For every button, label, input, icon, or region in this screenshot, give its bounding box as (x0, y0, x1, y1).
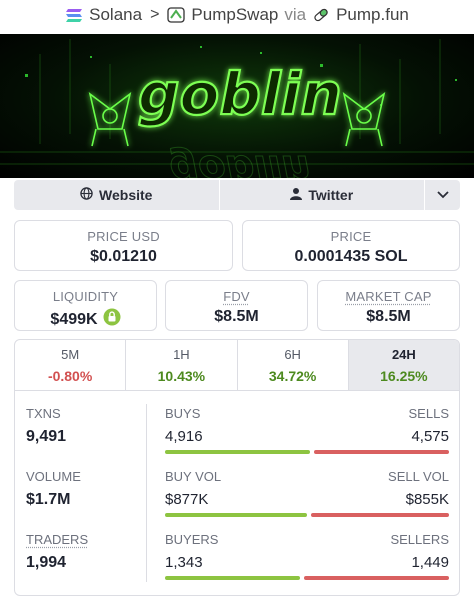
price-native-box: PRICE 0.0001435 SOL (242, 220, 460, 271)
sellers-bar (303, 576, 449, 580)
breadcrumb-chain[interactable]: Solana (89, 5, 142, 25)
buy-sell-volume-row: BUY VOL SELL VOL $877K $855K (165, 469, 449, 517)
globe-icon (80, 187, 93, 203)
buy-vol-value: $877K (165, 491, 209, 508)
timeframe-tabs: 5M -0.80% 1H 10.43% 6H 34.72% 24H 16.25% (14, 339, 460, 391)
buy-sell-volume-ratio-bar (165, 513, 449, 517)
banner-title-reflection: goblin (170, 146, 311, 178)
fdv-label[interactable]: FDV (166, 289, 307, 304)
sell-vol-value: $855K (405, 491, 449, 508)
breadcrumb-dex[interactable]: PumpSwap (191, 5, 278, 25)
buy-vol-bar (165, 513, 307, 517)
volume-value: $1.7M (26, 491, 71, 508)
tab-1h[interactable]: 1H 10.43% (126, 340, 238, 390)
chevron-right-icon: > (150, 6, 160, 23)
buy-vol-label: BUY VOL (165, 469, 222, 484)
buyers-label: BUYERS (165, 532, 219, 547)
website-label: Website (99, 187, 153, 203)
tab-change: 34.72% (268, 368, 317, 384)
tab-24h[interactable]: 24H 16.25% (348, 340, 459, 390)
buys-value: 4,916 (165, 428, 203, 445)
tab-label: 1H (173, 347, 190, 362)
buys-sells-row: BUYS SELLS 4,916 4,575 (165, 406, 449, 454)
divider (146, 404, 147, 582)
more-links-dropdown[interactable] (424, 180, 460, 210)
volume-label: VOLUME (26, 469, 81, 484)
goblin-figure-right (342, 92, 386, 147)
breadcrumb-launchpad[interactable]: Pump.fun (336, 5, 409, 25)
banner-title: goblin (138, 60, 342, 128)
buyers-sellers-row: BUYERS SELLERS 1,343 1,449 (165, 532, 449, 580)
social-links-bar: Website Twitter (14, 180, 460, 210)
price-usd-label: PRICE USD (87, 229, 160, 244)
sell-vol-label: SELL VOL (388, 469, 449, 484)
tab-change: -0.80% (47, 368, 93, 384)
twitter-label: Twitter (308, 187, 354, 203)
fdv-box: FDV $8.5M (165, 280, 308, 331)
chevron-down-icon (436, 186, 449, 204)
price-native-label: PRICE (330, 229, 372, 244)
breadcrumb: Solana > PumpSwap via Pump.fun (0, 0, 474, 30)
traders-stat: TRADERS 1,994 (26, 532, 88, 572)
lock-icon[interactable] (103, 308, 121, 331)
breadcrumb-via: via (284, 5, 307, 24)
tab-5m[interactable]: 5M -0.80% (15, 340, 127, 390)
buyers-value: 1,343 (165, 554, 203, 571)
price-usd-box: PRICE USD $0.01210 (14, 220, 233, 271)
buys-label: BUYS (165, 406, 201, 421)
txns-value: 9,491 (26, 428, 67, 445)
solana-icon (65, 7, 83, 23)
pill-icon (312, 7, 330, 23)
tab-label: 5M (61, 347, 80, 362)
liquidity-value: $499K (50, 310, 98, 328)
txns-label: TXNS (26, 406, 61, 421)
buyers-bar (165, 576, 300, 580)
traders-label[interactable]: TRADERS (26, 532, 88, 547)
traders-value: 1,994 (26, 554, 67, 571)
tab-change: 10.43% (157, 368, 206, 384)
market-cap-box: MARKET CAP $8.5M (317, 280, 460, 331)
sells-bar (314, 450, 449, 454)
tab-label: 6H (284, 347, 301, 362)
twitter-button[interactable]: Twitter (218, 180, 425, 210)
tab-6h[interactable]: 6H 34.72% (238, 340, 349, 390)
liquidity-label: LIQUIDITY (52, 289, 119, 304)
buys-sells-ratio-bar (165, 450, 449, 454)
pumpswap-icon (167, 7, 186, 23)
market-cap-label[interactable]: MARKET CAP (318, 289, 459, 304)
market-cap-value: $8.5M (366, 308, 411, 325)
sellers-label: SELLERS (390, 532, 449, 547)
sells-value: 4,575 (411, 428, 449, 445)
sellers-value: 1,449 (411, 554, 449, 571)
buys-bar (165, 450, 311, 454)
price-native-value: 0.0001435 SOL (294, 248, 408, 265)
price-usd-value: $0.01210 (90, 248, 157, 265)
fdv-value: $8.5M (214, 308, 259, 325)
sell-vol-bar (310, 513, 449, 517)
user-icon (290, 187, 303, 203)
transaction-stats-panel: TXNS 9,491 VOLUME $1.7M TRADERS 1,994 BU… (14, 390, 460, 596)
sells-label: SELLS (408, 406, 449, 421)
tab-label: 24H (391, 347, 416, 362)
liquidity-box: LIQUIDITY $499K (14, 280, 157, 331)
website-button[interactable]: Website (14, 180, 219, 210)
token-banner: goblin goblin (0, 34, 474, 178)
volume-stat: VOLUME $1.7M (26, 469, 81, 509)
tab-change: 16.25% (380, 368, 428, 384)
buyers-sellers-ratio-bar (165, 576, 449, 580)
txns-stat: TXNS 9,491 (26, 406, 66, 446)
